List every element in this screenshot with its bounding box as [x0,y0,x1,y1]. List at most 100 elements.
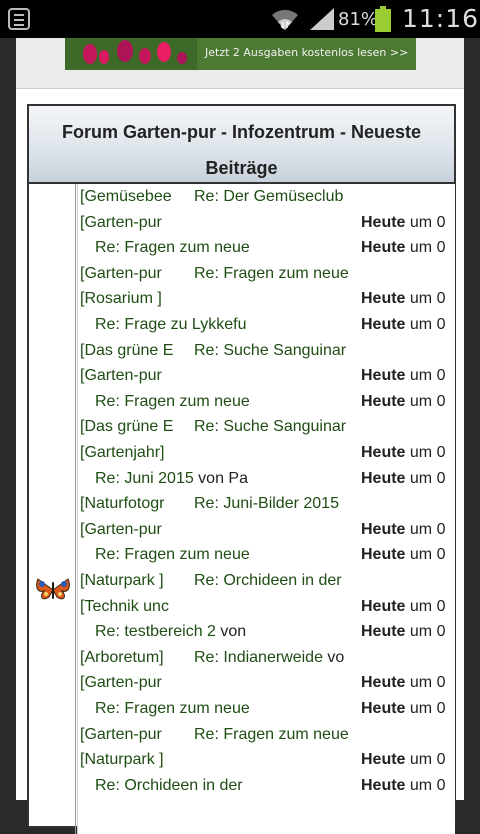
thread-cell: Re: Orchideen in der [194,568,360,593]
forum-title[interactable]: Forum Garten-pur - Infozentrum - Neueste… [29,106,454,186]
today-label: Heute [361,393,406,410]
time-text: um 0 [405,290,446,307]
forum-link[interactable]: [Naturpark ] [80,568,174,593]
forum-link[interactable]: [Das grüne E [80,338,174,363]
ad-cta[interactable]: Jetzt 2 Ausgaben kostenlos lesen >> [205,46,408,59]
post-row: [Gartenjahr] Heute um 0 [78,440,455,465]
post-row: [Garten-pur Re: Fragen zum neue [78,261,455,286]
wifi-icon [272,9,298,30]
post-row: Re: Fragen zum neue Heute um 0 [78,235,455,260]
post-timestamp: Heute um 0 [361,466,455,491]
today-label: Heute [361,444,406,461]
forum-link[interactable]: [Das grüne E [80,414,174,439]
time-text: um 0 [405,777,446,794]
post-timestamp: Heute um 0 [361,619,455,644]
thread-cell: Re: Juni-Bilder 2015 [194,491,360,516]
thread-link[interactable]: Re: Juni-Bilder 2015 [194,495,339,512]
thread-link[interactable]: Re: testbereich 2 [95,623,216,640]
today-label: Heute [361,598,406,615]
forum-link[interactable]: [Garten-pur [80,363,174,388]
post-timestamp: Heute um 0 [361,696,455,721]
thread-link[interactable]: Re: Fragen zum neue [194,726,349,743]
battery-percent: 81% [338,9,379,30]
time-text: um 0 [405,239,446,256]
post-row: [Garten-pur Re: Fragen zum neue [78,722,455,747]
thread-cell: Re: Fragen zum neue [95,235,261,260]
post-row: Re: Fragen zum neue Heute um 0 [78,389,455,414]
time-text: um 0 [405,598,446,615]
time-text: um 0 [405,623,446,640]
forum-icon-column [29,184,76,834]
thread-cell: Re: Fragen zum neue [194,722,360,747]
thread-cell: Re: testbereich 2 von [95,619,261,644]
thread-link[interactable]: Re: Fragen zum neue [194,265,349,282]
status-bar: 81% 11:16 [0,0,480,38]
forum-link[interactable]: [Garten-pur [80,722,174,747]
post-row: Re: testbereich 2 von Heute um 0 [78,619,455,644]
thread-link[interactable]: Re: Orchideen in der [95,777,243,794]
thread-link[interactable]: Re: Frage zu Lykkefu [95,316,246,333]
forum-link[interactable]: [Rosarium ] [80,286,174,311]
thread-link[interactable]: Re: Suche Sanguinar [194,418,346,435]
post-row: [Das grüne E Re: Suche Sanguinar [78,338,455,363]
post-row: [Naturpark ] Re: Orchideen in der [78,568,455,593]
post-row: Re: Fragen zum neue Heute um 0 [78,696,455,721]
forum-link[interactable]: [Naturpark ] [80,747,174,772]
page-content: Jetzt 2 Ausgaben kostenlos lesen >> Foru… [16,38,464,834]
forum-link[interactable]: [Garten-pur [80,261,174,286]
thread-link[interactable]: Re: Fragen zum neue [95,700,250,717]
thread-cell: Re: Orchideen in der [95,773,261,798]
forum-link[interactable]: [Naturfotogr [80,491,174,516]
author-text: von [215,623,247,640]
thread-cell: Re: Frage zu Lykkefu [95,312,261,337]
thread-link[interactable]: Re: Fragen zum neue [95,546,250,563]
post-row: [Gemüsebee Re: Der Gemüseclub [78,184,455,209]
thread-link[interactable]: Re: Der Gemüseclub [194,188,343,205]
time-text: um 0 [405,444,446,461]
time-text: um 0 [405,470,446,487]
forum-link[interactable]: [Garten-pur [80,517,174,542]
post-timestamp: Heute um 0 [361,235,455,260]
author-text: vo [322,649,345,666]
thread-cell: Re: Fragen zum neue [95,389,261,414]
post-row: Re: Frage zu Lykkefu Heute um 0 [78,312,455,337]
thread-link[interactable]: Re: Juni 2015 [95,470,194,487]
forum-link[interactable]: [Technik unc [80,594,174,619]
today-label: Heute [361,751,406,768]
thread-link[interactable]: Re: Indianerweide [194,649,323,666]
thread-cell: Re: Fragen zum neue [95,696,261,721]
post-row: Re: Juni 2015 von Pa Heute um 0 [78,466,455,491]
today-label: Heute [361,777,406,794]
time-text: um 0 [405,546,446,563]
thread-link[interactable]: Re: Fragen zum neue [95,393,250,410]
post-row: [Technik unc Heute um 0 [78,594,455,619]
forum-link[interactable]: [Garten-pur [80,670,174,695]
forum-link[interactable]: [Gartenjahr] [80,440,174,465]
today-label: Heute [361,239,406,256]
post-timestamp: Heute um 0 [361,542,455,567]
forum-table: Forum Garten-pur - Infozentrum - Neueste… [27,104,456,834]
post-row: [Rosarium ] Heute um 0 [78,286,455,311]
thread-link[interactable]: Re: Suche Sanguinar [194,342,346,359]
author-text: von Pa [193,470,248,487]
post-row: [Garten-pur Heute um 0 [78,517,455,542]
today-label: Heute [361,623,406,640]
forum-link[interactable]: [Garten-pur [80,210,174,235]
today-label: Heute [361,290,406,307]
thread-link[interactable]: Re: Fragen zum neue [95,239,250,256]
thread-cell: Re: Suche Sanguinar [194,414,360,439]
thread-cell: Re: Indianerweide vo [194,645,360,670]
time-text: um 0 [405,700,446,717]
ad-flower-image [65,38,197,70]
forum-link[interactable]: [Arboretum] [80,645,174,670]
battery-icon [375,6,391,32]
forum-link[interactable]: [Gemüsebee [80,184,174,209]
time-text: um 0 [405,393,446,410]
today-label: Heute [361,546,406,563]
post-row: Re: Orchideen in der Heute um 0 [78,773,455,798]
thread-cell: Re: Suche Sanguinar [194,338,360,363]
forum-header: Forum Garten-pur - Infozentrum - Neueste… [29,106,454,184]
ad-banner[interactable]: Jetzt 2 Ausgaben kostenlos lesen >> [65,38,416,70]
thread-cell: Re: Fragen zum neue [95,542,261,567]
thread-link[interactable]: Re: Orchideen in der [194,572,342,589]
